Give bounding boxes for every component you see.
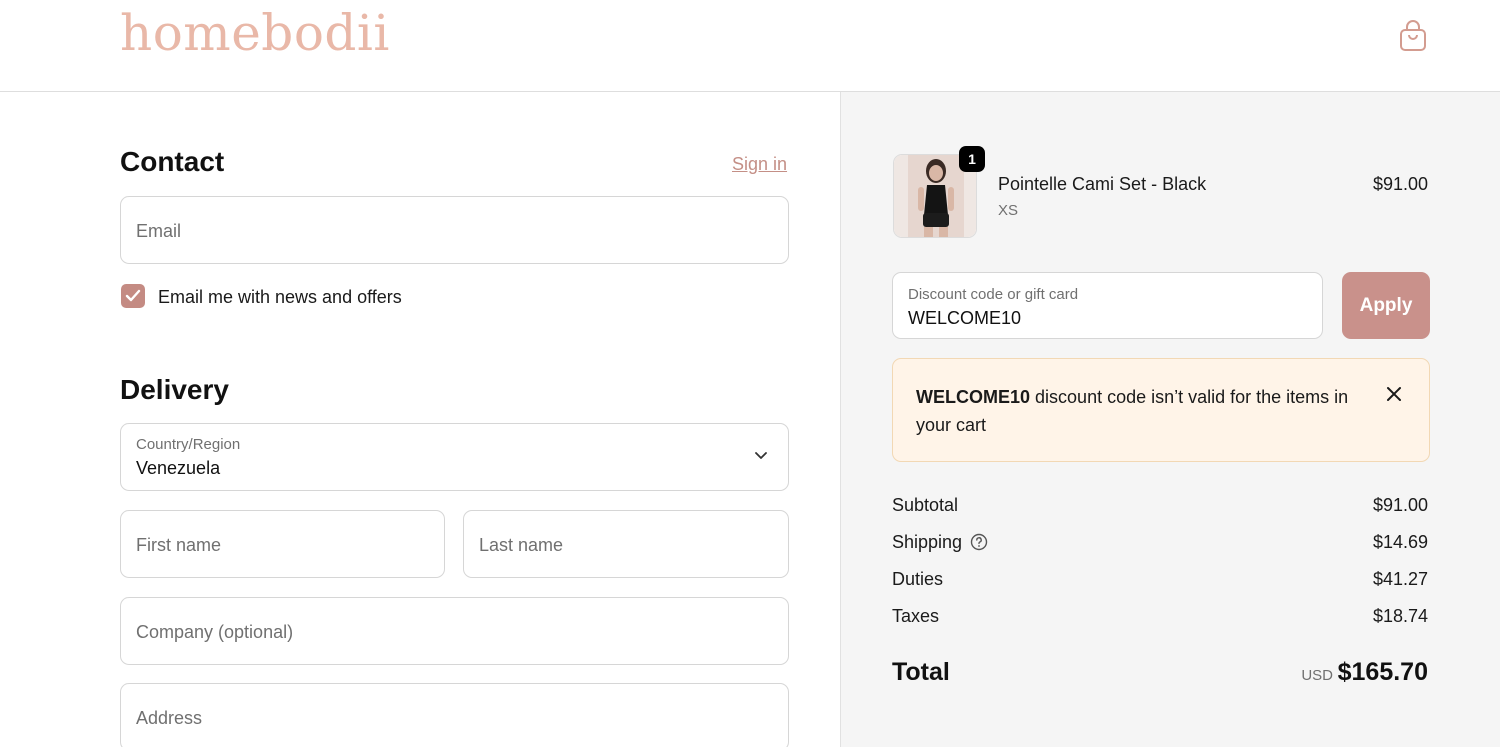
company-field[interactable]: Company (optional) xyxy=(120,597,789,665)
shipping-value: $14.69 xyxy=(1372,532,1428,552)
country-select[interactable]: Country/Region Venezuela xyxy=(120,423,789,491)
total-label: Total xyxy=(892,658,950,686)
contact-heading: Contact xyxy=(120,146,225,177)
alert-message: WELCOME10 discount code isn’t valid for … xyxy=(916,383,1356,439)
close-icon[interactable] xyxy=(1385,385,1403,403)
discount-value: WELCOME10 xyxy=(908,308,1022,328)
help-circle-icon[interactable] xyxy=(970,533,988,551)
duties-value: $41.27 xyxy=(1372,569,1428,589)
apply-button[interactable]: Apply xyxy=(1342,272,1430,339)
checkout-form: Contact Sign in Email Email me with news… xyxy=(0,92,840,747)
subtotal-value: $91.00 xyxy=(1372,495,1428,515)
newsletter-label: Email me with news and offers xyxy=(158,287,402,307)
site-header: homebodii xyxy=(0,0,1500,92)
email-field[interactable]: Email xyxy=(120,196,789,264)
last-name-field[interactable]: Last name xyxy=(463,510,789,578)
discount-label: Discount code or gift card xyxy=(908,286,1079,303)
total-value: $165.70 xyxy=(1337,658,1428,686)
first-name-placeholder: First name xyxy=(136,535,222,555)
discount-code-field[interactable]: Discount code or gift card WELCOME10 xyxy=(892,272,1323,339)
address-field[interactable]: Address xyxy=(120,683,789,747)
checkmark-icon xyxy=(125,289,141,302)
newsletter-checkbox[interactable] xyxy=(121,284,145,308)
taxes-value: $18.74 xyxy=(1372,606,1428,626)
product-price: $91.00 xyxy=(1372,174,1428,194)
shopping-bag-icon[interactable] xyxy=(1398,20,1428,54)
product-variant: XS xyxy=(998,202,1019,219)
email-placeholder: Email xyxy=(136,221,182,241)
quantity-badge: 1 xyxy=(959,146,985,172)
chevron-down-icon xyxy=(755,452,767,459)
delivery-heading: Delivery xyxy=(120,374,229,405)
address-placeholder: Address xyxy=(136,708,203,728)
homebodii-logo[interactable]: homebodii xyxy=(120,4,390,62)
country-value: Venezuela xyxy=(136,458,221,478)
discount-error-alert: WELCOME10 discount code isn’t valid for … xyxy=(892,358,1430,462)
first-name-field[interactable]: First name xyxy=(120,510,445,578)
taxes-label: Taxes xyxy=(892,606,940,626)
last-name-placeholder: Last name xyxy=(479,535,564,555)
alert-code: WELCOME10 xyxy=(916,387,1031,407)
company-placeholder: Company (optional) xyxy=(136,622,294,642)
product-name: Pointelle Cami Set - Black xyxy=(998,174,1207,194)
sign-in-link[interactable]: Sign in xyxy=(732,154,787,175)
duties-label: Duties xyxy=(892,569,944,589)
country-label: Country/Region xyxy=(136,436,241,453)
shipping-row: Shipping xyxy=(892,532,988,553)
total-currency: USD xyxy=(1301,667,1333,684)
order-summary: 1 Pointelle Cami Set - Black XS $91.00 D… xyxy=(840,92,1500,747)
shipping-label: Shipping xyxy=(892,532,963,552)
subtotal-label: Subtotal xyxy=(892,495,959,515)
